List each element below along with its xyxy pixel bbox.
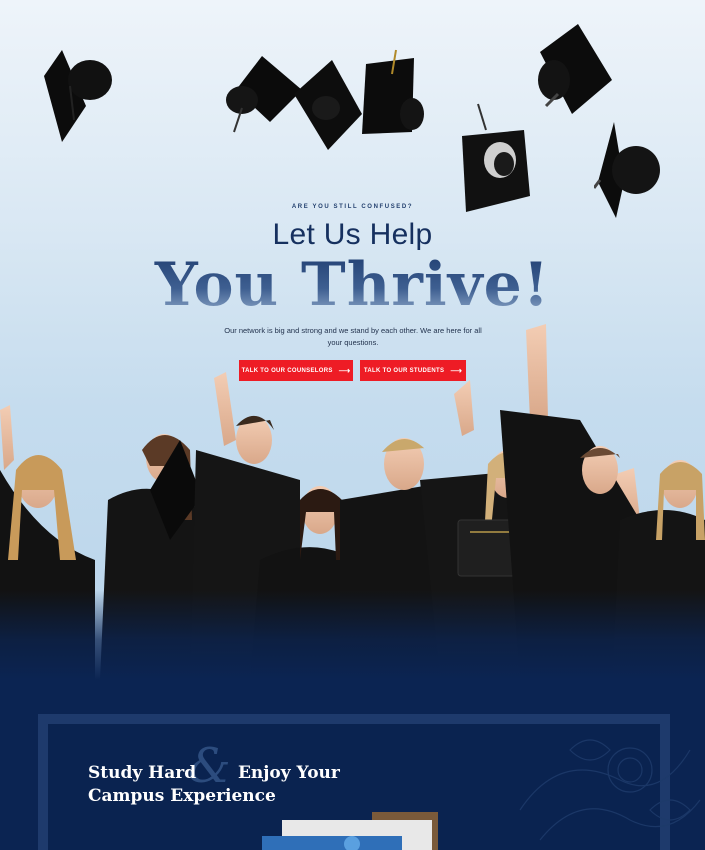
feature-title-part2: Enjoy Your — [237, 763, 340, 783]
feature-title-line1: Study Hard Enjoy Your — [88, 763, 340, 783]
gradient-fade — [0, 590, 705, 680]
brochure-stack-image — [262, 812, 438, 850]
graduates-photo — [0, 324, 705, 680]
feature-title-part1: Study Hard — [88, 763, 197, 783]
floral-pattern-icon — [519, 739, 701, 841]
hero-section: ARE YOU STILL CONFUSED? Let Us Help You … — [0, 0, 705, 680]
feature-title-line2: Campus Experience — [88, 786, 276, 806]
